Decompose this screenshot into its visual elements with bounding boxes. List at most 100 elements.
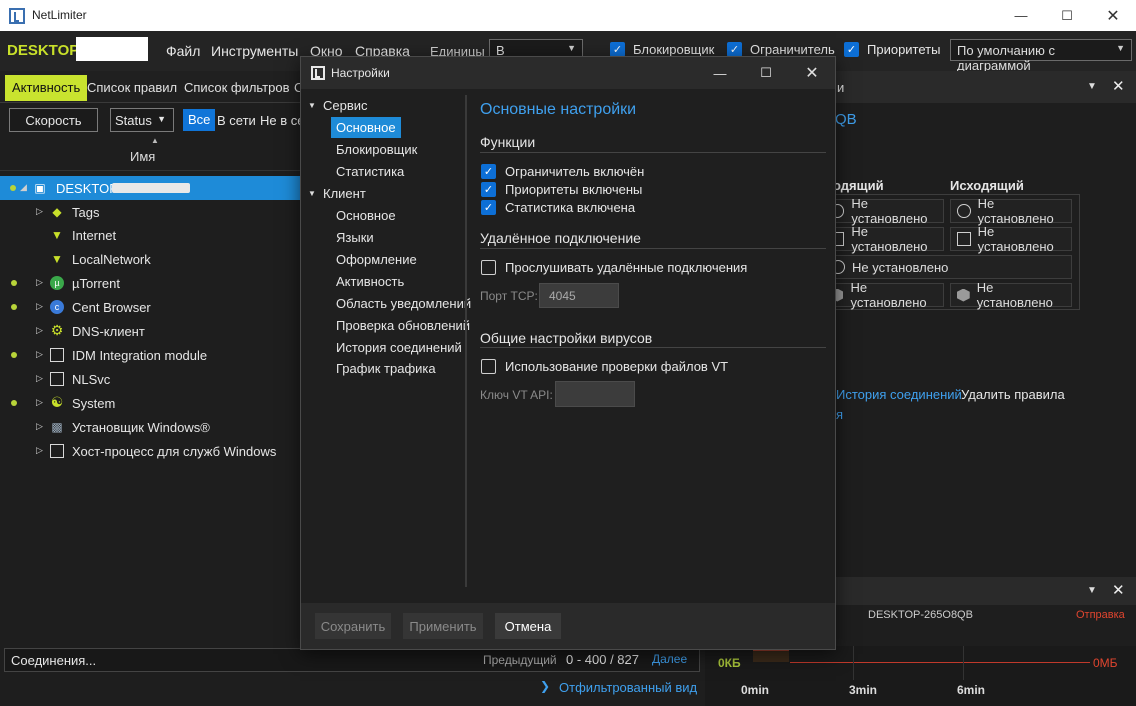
- close-button[interactable]: ✕: [1090, 0, 1136, 31]
- outgoing-status-cell[interactable]: Не установлено: [950, 196, 1072, 226]
- expand-icon[interactable]: ▷: [36, 277, 43, 288]
- menu-file[interactable]: Файл: [166, 43, 200, 59]
- window-app-icon: [50, 372, 64, 386]
- nav-client-languages[interactable]: Языки: [331, 227, 379, 248]
- maximize-button[interactable]: ☐: [1044, 0, 1090, 31]
- tree-row-internet[interactable]: ▼ Internet: [0, 223, 300, 247]
- status-select[interactable]: Status ▼: [110, 108, 174, 132]
- nav-client-traffic-chart[interactable]: График трафика: [331, 358, 441, 379]
- limiter-toggle[interactable]: ✓ Ограничитель: [727, 42, 835, 57]
- bottom-bar: Соединения... Предыдущий 0 - 400 / 827 Д…: [0, 646, 700, 706]
- tab-rule-list[interactable]: Список правил: [80, 75, 184, 101]
- nav-group-client[interactable]: Клиент: [323, 186, 366, 201]
- nav-service-stats[interactable]: Статистика: [331, 161, 409, 182]
- collapse-icon[interactable]: ◢: [20, 182, 27, 193]
- nav-client-general[interactable]: Основное: [331, 205, 401, 226]
- filter-all[interactable]: Все: [183, 109, 216, 131]
- tree-row-app[interactable]: ▷ µ µTorrent: [0, 271, 300, 295]
- chart-x-tick: 3min: [849, 683, 878, 697]
- installer-icon: ▩: [51, 420, 63, 434]
- tcp-port-input[interactable]: 4045: [539, 283, 619, 308]
- outgoing-status-cell[interactable]: Не установлено: [950, 224, 1072, 254]
- filter-offline[interactable]: Не в се: [260, 113, 304, 128]
- incoming-status-cell[interactable]: Не установлено: [824, 280, 944, 310]
- nav-service-blocker[interactable]: Блокировщик: [331, 139, 422, 160]
- column-header-name[interactable]: Имя: [130, 149, 155, 164]
- nav-client-history[interactable]: История соединений: [331, 337, 467, 358]
- prev-page-label[interactable]: Предыдущий: [483, 653, 557, 667]
- collapse-icon[interactable]: ▼: [308, 101, 316, 110]
- next-page-link[interactable]: Далее: [652, 652, 687, 666]
- tree-row-app[interactable]: ▷ c Cent Browser: [0, 295, 300, 319]
- nav-client-appearance[interactable]: Оформление: [331, 249, 422, 270]
- tags-icon: ◆: [52, 205, 62, 219]
- nav-group-service[interactable]: Сервис: [323, 98, 368, 113]
- filter-online[interactable]: В сети: [217, 113, 256, 128]
- expand-icon[interactable]: ▷: [36, 397, 43, 408]
- tree-row-app[interactable]: ▷ IDM Integration module: [0, 343, 300, 367]
- right-panel-header: и ▼ ✕: [832, 71, 1136, 103]
- option-label: Приоритеты включены: [505, 182, 643, 197]
- vt-check-option[interactable]: Использование проверки файлов VT: [481, 359, 728, 374]
- expand-icon[interactable]: ▷: [36, 373, 43, 384]
- stats-enabled-option[interactable]: ✓ Статистика включена: [481, 200, 635, 215]
- tree-row-app[interactable]: ▷ ▩ Установщик Windows®: [0, 415, 300, 439]
- dialog-maximize-button[interactable]: ☐: [743, 57, 789, 89]
- priorities-toggle[interactable]: ✓ Приоритеты: [844, 42, 940, 57]
- limiter-enabled-option[interactable]: ✓ Ограничитель включён: [481, 164, 644, 179]
- nav-client-activity[interactable]: Активность: [331, 271, 409, 292]
- link-fragment[interactable]: я: [836, 407, 843, 422]
- filtered-view-link[interactable]: Отфильтрованный вид: [559, 680, 697, 695]
- dialog-close-button[interactable]: ✕: [789, 57, 835, 89]
- minimize-button[interactable]: —: [998, 0, 1044, 31]
- cancel-button[interactable]: Отмена: [495, 613, 561, 639]
- tree-row-app[interactable]: ▷ Хост-процесс для служб Windows: [0, 439, 300, 463]
- priorities-enabled-option[interactable]: ✓ Приоритеты включены: [481, 182, 642, 197]
- vt-key-input[interactable]: [555, 381, 635, 407]
- tree-label: NLSvc: [72, 372, 111, 387]
- nav-client-updates[interactable]: Проверка обновлений: [331, 315, 475, 336]
- delete-rules-link[interactable]: Удалить правила: [961, 387, 1065, 402]
- view-mode-select[interactable]: По умолчанию с диаграммой ▼: [950, 39, 1132, 73]
- expand-icon[interactable]: ▷: [36, 206, 43, 217]
- expand-icon[interactable]: ▷: [36, 421, 43, 432]
- tree-row-tags[interactable]: ▷ ◆ Tags: [0, 200, 300, 224]
- priorities-label: Приоритеты: [867, 42, 941, 57]
- tree-row-root[interactable]: ◢ ▣ DESKTOP-: [0, 176, 300, 200]
- status-text: Не установлено: [850, 280, 927, 310]
- tree-row-app[interactable]: ▷ NLSvc: [0, 367, 300, 391]
- chevron-right-icon[interactable]: ❯: [540, 679, 550, 693]
- menu-tools[interactable]: Инструменты: [211, 43, 298, 59]
- history-link[interactable]: История соединений: [836, 387, 962, 402]
- status-value: Status: [115, 112, 152, 128]
- speed-button[interactable]: Скорость: [9, 108, 98, 132]
- active-dot-icon: [10, 185, 16, 191]
- tree-row-localnetwork[interactable]: ▼ LocalNetwork: [0, 247, 300, 271]
- filter-icon: ▼: [51, 252, 63, 266]
- window-app-icon: [50, 444, 64, 458]
- nav-client-notifications[interactable]: Область уведомлений: [331, 293, 476, 314]
- dialog-minimize-button[interactable]: —: [697, 57, 743, 89]
- save-button[interactable]: Сохранить: [315, 613, 391, 639]
- expand-icon[interactable]: ▷: [36, 301, 43, 312]
- priority-status-cell[interactable]: Не установлено: [824, 255, 1072, 279]
- close-panel-icon[interactable]: ✕: [1112, 581, 1125, 599]
- expand-icon[interactable]: ▷: [36, 445, 43, 456]
- remote-listen-option[interactable]: Прослушивать удалённые подключения: [481, 260, 747, 275]
- chevron-down-icon[interactable]: ▼: [1087, 585, 1097, 596]
- tab-activity[interactable]: Активность: [5, 75, 88, 101]
- close-panel-icon[interactable]: ✕: [1112, 77, 1125, 95]
- chevron-down-icon[interactable]: ▼: [1087, 81, 1097, 92]
- expand-icon[interactable]: ▷: [36, 349, 43, 360]
- outgoing-status-cell[interactable]: Не установлено: [950, 280, 1072, 310]
- collapse-icon[interactable]: ▼: [308, 189, 316, 198]
- tree-row-app[interactable]: ▷ ☯ System: [0, 391, 300, 415]
- tab-filter-list[interactable]: Список фильтров: [177, 75, 297, 101]
- incoming-status-cell[interactable]: Не установлено: [824, 196, 944, 226]
- expand-icon[interactable]: ▷: [36, 325, 43, 336]
- tree-row-app[interactable]: ▷ ⚙ DNS-клиент: [0, 319, 300, 343]
- nav-service-general[interactable]: Основное: [331, 117, 401, 138]
- blocker-toggle[interactable]: ✓ Блокировщик: [610, 42, 714, 57]
- incoming-status-cell[interactable]: Не установлено: [824, 224, 944, 254]
- apply-button[interactable]: Применить: [403, 613, 483, 639]
